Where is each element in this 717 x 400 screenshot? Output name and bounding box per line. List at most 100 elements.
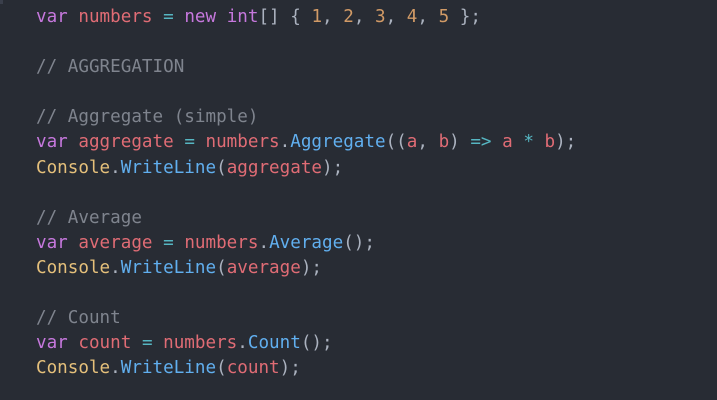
code-token: WriteLine xyxy=(120,157,217,178)
blank-line[interactable] xyxy=(36,181,576,206)
code-token: (); xyxy=(343,232,375,253)
code-token: aggregate xyxy=(226,157,323,178)
code-token: . xyxy=(279,132,291,153)
code-token: numbers xyxy=(205,132,280,153)
code-line[interactable]: Console.WriteLine(average); xyxy=(36,256,576,281)
code-token: var xyxy=(36,7,68,27)
code-token: ); xyxy=(300,257,323,278)
code-token: 4 xyxy=(406,7,418,27)
code-token: Average xyxy=(269,232,344,253)
code-token: ( xyxy=(216,358,227,379)
code-token: // AGGREGATION xyxy=(36,57,185,78)
code-token: , xyxy=(417,7,439,27)
code-token: ); xyxy=(322,157,344,178)
blank-line[interactable] xyxy=(36,30,576,55)
code-line[interactable]: // Count xyxy=(36,306,576,331)
code-token: 1 xyxy=(311,7,323,27)
code-token: . xyxy=(258,232,270,253)
code-token: , xyxy=(385,7,407,27)
code-token: // Average xyxy=(36,207,142,228)
code-token: var xyxy=(36,132,68,153)
code-token: WriteLine xyxy=(120,257,217,278)
code-token: var xyxy=(36,333,68,354)
code-token: [] { xyxy=(258,7,312,27)
code-token: . xyxy=(237,333,248,354)
code-token: count xyxy=(226,358,280,379)
code-token: ); xyxy=(555,132,577,153)
code-token: = xyxy=(163,7,174,27)
code-token: , xyxy=(353,7,375,27)
code-line[interactable]: var aggregate = numbers.Aggregate((a, b)… xyxy=(36,130,576,155)
code-token: Aggregate xyxy=(290,132,386,153)
code-token: (( xyxy=(385,132,407,153)
code-token: // Count xyxy=(36,308,121,329)
code-token: numbers xyxy=(78,7,153,27)
code-block[interactable]: var numbers = new int[] { 1, 2, 3, 4, 5 … xyxy=(36,5,576,381)
code-token: int xyxy=(226,7,259,27)
code-token: // Aggregate (simple) xyxy=(36,107,259,128)
code-token: (); xyxy=(300,333,333,354)
code-token: . xyxy=(110,358,121,379)
code-token: Console xyxy=(36,157,111,178)
code-token: b xyxy=(438,132,450,153)
code-token: aggregate xyxy=(78,132,174,153)
blank-line[interactable] xyxy=(36,80,576,105)
code-token: ( xyxy=(216,257,227,278)
gutter-marker xyxy=(0,0,3,4)
code-line[interactable]: var numbers = new int[] { 1, 2, 3, 4, 5 … xyxy=(36,5,576,30)
code-token: average xyxy=(78,232,153,253)
code-line[interactable]: var count = numbers.Count(); xyxy=(36,331,576,356)
code-token: Count xyxy=(247,333,301,354)
code-token: * xyxy=(523,132,534,153)
code-line[interactable]: // Average xyxy=(36,206,576,231)
code-token: . xyxy=(110,257,121,278)
code-token: numbers xyxy=(163,333,238,354)
code-token: 3 xyxy=(375,7,386,27)
code-token: Console xyxy=(36,358,111,379)
code-token: = xyxy=(184,132,195,153)
code-token: count xyxy=(78,333,132,354)
code-token: , xyxy=(417,132,439,153)
code-line[interactable]: // Aggregate (simple) xyxy=(36,105,576,130)
code-line[interactable]: // AGGREGATION xyxy=(36,55,576,80)
code-token: ( xyxy=(216,157,227,178)
code-editor[interactable]: var numbers = new int[] { 1, 2, 3, 4, 5 … xyxy=(0,0,717,400)
code-token: => xyxy=(470,132,492,153)
code-token: ); xyxy=(279,358,301,379)
code-token: average xyxy=(226,257,301,278)
code-token: numbers xyxy=(184,232,259,253)
code-token: , xyxy=(322,7,344,27)
code-line[interactable]: Console.WriteLine(aggregate); xyxy=(36,156,576,181)
code-line[interactable]: Console.WriteLine(count); xyxy=(36,356,576,381)
code-token: . xyxy=(110,157,121,178)
code-line[interactable]: var average = numbers.Average(); xyxy=(36,231,576,256)
code-token: a xyxy=(406,132,418,153)
code-token: var xyxy=(36,232,68,253)
code-token: ) xyxy=(449,132,471,153)
code-token: 5 xyxy=(438,7,450,27)
code-token: b xyxy=(544,132,556,153)
code-token: WriteLine xyxy=(120,358,217,379)
code-token: new xyxy=(184,7,217,27)
code-token: 2 xyxy=(343,7,354,27)
code-token: = xyxy=(141,333,153,354)
blank-line[interactable] xyxy=(36,281,576,306)
code-token: a xyxy=(502,132,513,153)
code-token: }; xyxy=(449,7,481,27)
